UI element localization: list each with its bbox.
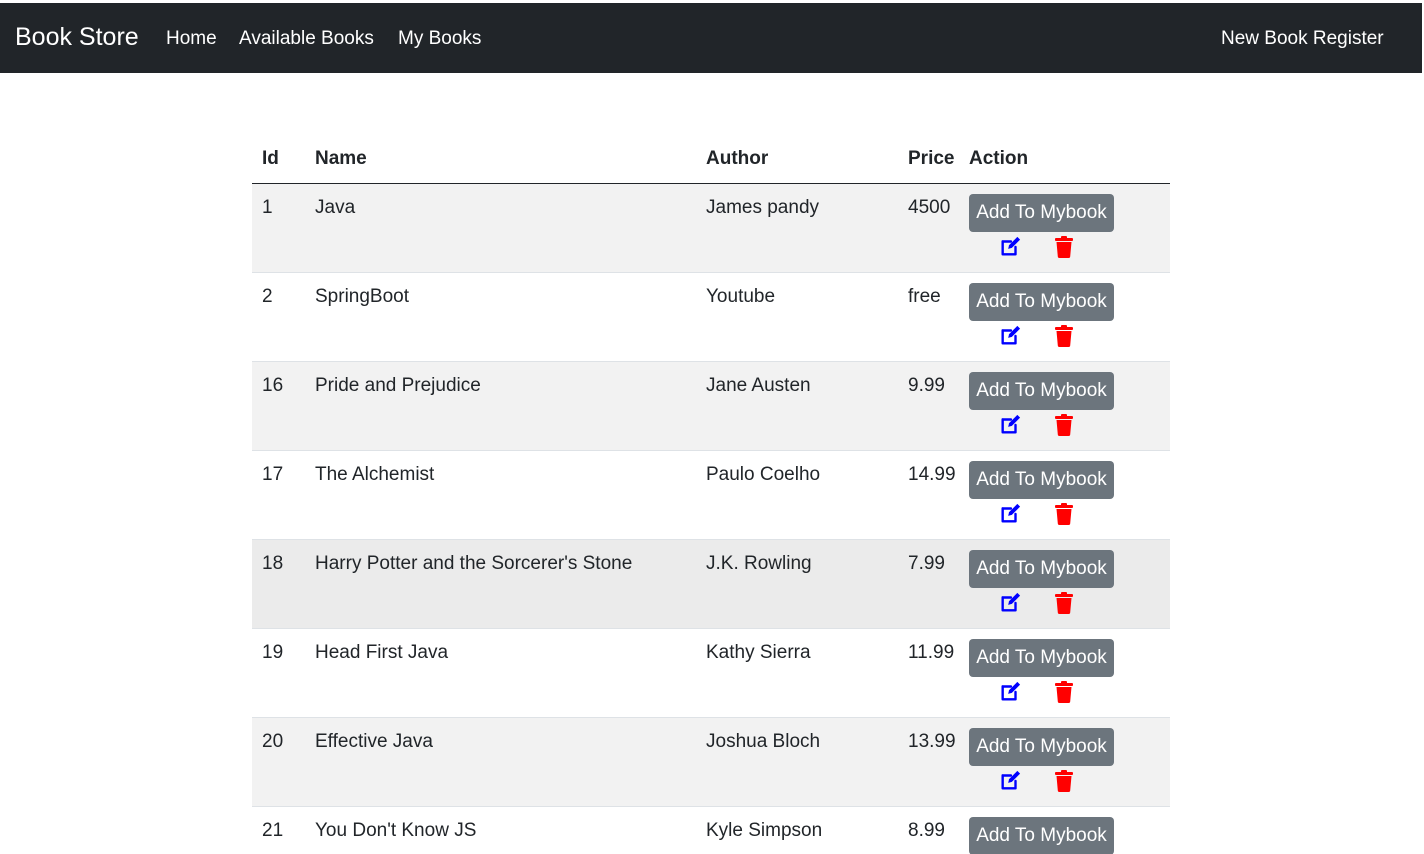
cell-action: Add To Mybook bbox=[966, 717, 1170, 807]
trash-icon[interactable] bbox=[1054, 769, 1074, 792]
cell-author: Paulo Coelho bbox=[696, 450, 898, 540]
table-row: 17 The Alchemist Paulo Coelho 14.99 Add To M… bbox=[252, 450, 1170, 540]
books-table: Id Name Author Price Action 1 Java James p… bbox=[252, 135, 1170, 854]
row-actions bbox=[969, 501, 1170, 531]
books-table-container: Id Name Author Price Action 1 Java James p… bbox=[252, 135, 1170, 854]
cell-author: Youtube bbox=[696, 272, 898, 362]
brand-link[interactable]: Book Store bbox=[15, 23, 139, 52]
cell-author: Jane Austen bbox=[696, 361, 898, 451]
trash-icon[interactable] bbox=[1054, 235, 1074, 258]
header-action: Action bbox=[966, 135, 1170, 184]
add-to-mybook-button[interactable]: Add To Mybook bbox=[969, 816, 1114, 854]
trash-icon[interactable] bbox=[1054, 502, 1074, 525]
cell-author: James pandy bbox=[696, 183, 898, 273]
header-id: Id bbox=[252, 135, 305, 184]
cell-id: 17 bbox=[252, 450, 305, 540]
cell-price: 13.99 bbox=[898, 717, 966, 807]
cell-name: Head First Java bbox=[305, 628, 696, 718]
cell-price: 11.99 bbox=[898, 628, 966, 718]
nav-link-my-books[interactable]: My Books bbox=[398, 28, 481, 50]
cell-price: 8.99 bbox=[898, 806, 966, 854]
cell-name: Effective Java bbox=[305, 717, 696, 807]
edit-icon[interactable] bbox=[999, 503, 1021, 525]
cell-price: 7.99 bbox=[898, 539, 966, 629]
cell-name: Java bbox=[305, 183, 696, 273]
trash-icon[interactable] bbox=[1054, 413, 1074, 436]
cell-name: You Don't Know JS bbox=[305, 806, 696, 854]
cell-price: free bbox=[898, 272, 966, 362]
trash-icon[interactable] bbox=[1054, 324, 1074, 347]
nav-link-available-books[interactable]: Available Books bbox=[239, 28, 374, 50]
row-actions bbox=[969, 412, 1170, 442]
cell-price: 4500 bbox=[898, 183, 966, 273]
navbar: Book Store Home Available Books My Books… bbox=[0, 3, 1422, 73]
trash-icon[interactable] bbox=[1054, 591, 1074, 614]
table-row: 1 Java James pandy 4500 Add To Mybook bbox=[252, 183, 1170, 273]
cell-id: 16 bbox=[252, 361, 305, 451]
table-row: 20 Effective Java Joshua Bloch 13.99 Add To … bbox=[252, 717, 1170, 807]
edit-icon[interactable] bbox=[999, 770, 1021, 792]
add-to-mybook-button[interactable]: Add To Mybook bbox=[969, 193, 1114, 232]
cell-action: Add To Mybook bbox=[966, 539, 1170, 629]
cell-id: 20 bbox=[252, 717, 305, 807]
cell-name: Harry Potter and the Sorcerer's Stone bbox=[305, 539, 696, 629]
cell-author: Kathy Sierra bbox=[696, 628, 898, 718]
cell-author: Joshua Bloch bbox=[696, 717, 898, 807]
add-to-mybook-button[interactable]: Add To Mybook bbox=[969, 638, 1114, 677]
table-row: 16 Pride and Prejudice Jane Austen 9.99 Add … bbox=[252, 361, 1170, 451]
row-actions bbox=[969, 590, 1170, 620]
cell-id: 1 bbox=[252, 183, 305, 273]
cell-name: SpringBoot bbox=[305, 272, 696, 362]
table-row: 2 SpringBoot Youtube free Add To Mybook bbox=[252, 272, 1170, 362]
header-author: Author bbox=[696, 135, 898, 184]
cell-author: Kyle Simpson bbox=[696, 806, 898, 854]
cell-action: Add To Mybook bbox=[966, 628, 1170, 718]
edit-icon[interactable] bbox=[999, 592, 1021, 614]
table-header-row: Id Name Author Price Action bbox=[252, 135, 1170, 184]
cell-id: 19 bbox=[252, 628, 305, 718]
header-price: Price bbox=[898, 135, 966, 184]
cell-name: Pride and Prejudice bbox=[305, 361, 696, 451]
cell-price: 9.99 bbox=[898, 361, 966, 451]
nav-link-home[interactable]: Home bbox=[166, 28, 217, 50]
cell-id: 18 bbox=[252, 539, 305, 629]
add-to-mybook-button[interactable]: Add To Mybook bbox=[969, 549, 1114, 588]
edit-icon[interactable] bbox=[999, 325, 1021, 347]
add-to-mybook-button[interactable]: Add To Mybook bbox=[969, 282, 1114, 321]
cell-id: 2 bbox=[252, 272, 305, 362]
table-row: 18 Harry Potter and the Sorcerer's Stone J… bbox=[252, 539, 1170, 629]
cell-action: Add To Mybook bbox=[966, 272, 1170, 362]
edit-icon[interactable] bbox=[999, 236, 1021, 258]
add-to-mybook-button[interactable]: Add To Mybook bbox=[969, 727, 1114, 766]
cell-action: Add To Mybook bbox=[966, 450, 1170, 540]
row-actions bbox=[969, 679, 1170, 709]
cell-action: Add To Mybook bbox=[966, 361, 1170, 451]
trash-icon[interactable] bbox=[1054, 680, 1074, 703]
cell-action: Add To Mybook bbox=[966, 183, 1170, 273]
cell-name: The Alchemist bbox=[305, 450, 696, 540]
row-actions bbox=[969, 323, 1170, 353]
add-to-mybook-button[interactable]: Add To Mybook bbox=[969, 371, 1114, 410]
edit-icon[interactable] bbox=[999, 414, 1021, 436]
table-row: 19 Head First Java Kathy Sierra 11.99 Add To… bbox=[252, 628, 1170, 718]
table-row: 21 You Don't Know JS Kyle Simpson 8.99 Add T… bbox=[252, 806, 1170, 854]
row-actions bbox=[969, 768, 1170, 798]
edit-icon[interactable] bbox=[999, 681, 1021, 703]
nav-link-new-book-register[interactable]: New Book Register bbox=[1221, 28, 1384, 50]
cell-action: Add To Mybook bbox=[966, 806, 1170, 854]
row-actions bbox=[969, 234, 1170, 264]
cell-id: 21 bbox=[252, 806, 305, 854]
cell-author: J.K. Rowling bbox=[696, 539, 898, 629]
add-to-mybook-button[interactable]: Add To Mybook bbox=[969, 460, 1114, 499]
cell-price: 14.99 bbox=[898, 450, 966, 540]
header-name: Name bbox=[305, 135, 696, 184]
